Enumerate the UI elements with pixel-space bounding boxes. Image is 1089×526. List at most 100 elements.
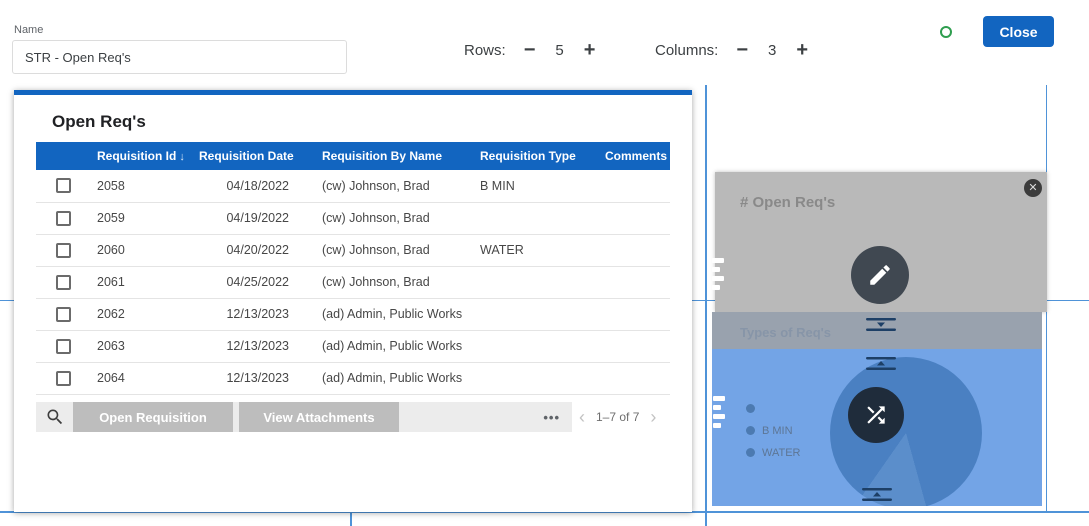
cell-requisition-date: 12/13/2023 xyxy=(192,330,315,362)
table-row[interactable]: 2058 04/18/2022 (cw) Johnson, Brad B MIN xyxy=(36,170,670,202)
cell-requisition-date: 04/18/2022 xyxy=(192,170,315,202)
row-checkbox-cell xyxy=(36,202,90,234)
cell-requisition-by-name: (ad) Admin, Public Works xyxy=(315,330,473,362)
cell-requisition-type xyxy=(473,362,598,394)
resize-handle-icon[interactable] xyxy=(866,357,896,370)
prev-page-icon[interactable]: ‹ xyxy=(579,408,585,426)
cell-requisition-id: 2062 xyxy=(90,298,192,330)
row-checkbox-cell xyxy=(36,266,90,298)
row-checkbox[interactable] xyxy=(56,178,71,193)
status-indicator-icon xyxy=(940,26,952,38)
pie-legend: B MIN WATER xyxy=(746,402,801,459)
cell-requisition-id: 2063 xyxy=(90,330,192,362)
row-checkbox[interactable] xyxy=(56,243,71,258)
move-widget-button[interactable] xyxy=(848,387,904,443)
resize-handle-icon[interactable] xyxy=(862,488,892,501)
open-requisition-button[interactable]: Open Requisition xyxy=(73,402,233,432)
cell-requisition-by-name: (cw) Johnson, Brad xyxy=(315,234,473,266)
column-header-comments[interactable]: Comments xyxy=(598,142,670,170)
cell-requisition-id: 2059 xyxy=(90,202,192,234)
table-header-row: Requisition Id↓ Requisition Date Requisi… xyxy=(36,142,670,170)
row-checkbox-cell xyxy=(36,330,90,362)
columns-stepper: Columns: − 3 + xyxy=(655,36,808,64)
pencil-icon xyxy=(867,262,893,288)
cell-requisition-by-name: (ad) Admin, Public Works xyxy=(315,362,473,394)
legend-label: WATER xyxy=(762,447,801,459)
table-action-bar: Open Requisition View Attachments ••• xyxy=(36,402,572,432)
widget-title: Open Req's xyxy=(52,112,146,132)
cell-comments xyxy=(598,298,670,330)
rows-decrement-button[interactable]: − xyxy=(524,40,536,60)
table-row[interactable]: 2061 04/25/2022 (cw) Johnson, Brad xyxy=(36,266,670,298)
cell-requisition-by-name: (cw) Johnson, Brad xyxy=(315,266,473,298)
grid-line-vertical xyxy=(350,511,352,526)
legend-item xyxy=(746,402,801,415)
cell-requisition-date: 04/19/2022 xyxy=(192,202,315,234)
row-checkbox[interactable] xyxy=(56,211,71,226)
page-range-label: 1–7 of 7 xyxy=(596,410,639,424)
cell-comments xyxy=(598,202,670,234)
column-header-requisition-id[interactable]: Requisition Id↓ xyxy=(90,142,192,170)
cell-requisition-date: 04/20/2022 xyxy=(192,234,315,266)
cell-requisition-date: 04/25/2022 xyxy=(192,266,315,298)
pie-widget-title: Types of Req's xyxy=(740,325,831,340)
row-checkbox[interactable] xyxy=(56,307,71,322)
count-widget-overlay[interactable]: # Open Req's ✕ xyxy=(715,172,1047,312)
edit-widget-button[interactable] xyxy=(851,246,909,304)
view-attachments-button[interactable]: View Attachments xyxy=(239,402,399,432)
cell-requisition-by-name: (cw) Johnson, Brad xyxy=(315,202,473,234)
row-checkbox[interactable] xyxy=(56,275,71,290)
widget-name-input[interactable] xyxy=(12,40,347,74)
cell-comments xyxy=(598,234,670,266)
column-header-requisition-type[interactable]: Requisition Type xyxy=(473,142,598,170)
columns-increment-button[interactable]: + xyxy=(796,40,808,60)
more-actions-button[interactable]: ••• xyxy=(543,410,560,425)
row-checkbox[interactable] xyxy=(56,371,71,386)
cell-requisition-type: B MIN xyxy=(473,170,598,202)
drag-handle-icon[interactable] xyxy=(713,396,725,428)
sort-desc-icon: ↓ xyxy=(179,151,185,163)
cell-comments xyxy=(598,170,670,202)
close-button[interactable]: Close xyxy=(983,16,1054,47)
cell-requisition-id: 2058 xyxy=(90,170,192,202)
table-row[interactable]: 2064 12/13/2023 (ad) Admin, Public Works xyxy=(36,362,670,394)
cell-requisition-type xyxy=(473,202,598,234)
row-checkbox-cell xyxy=(36,170,90,202)
cell-requisition-id: 2060 xyxy=(90,234,192,266)
columns-decrement-button[interactable]: − xyxy=(736,40,748,60)
next-page-icon[interactable]: › xyxy=(650,408,656,426)
remove-widget-button[interactable]: ✕ xyxy=(1024,179,1042,197)
table-row[interactable]: 2060 04/20/2022 (cw) Johnson, Brad WATER xyxy=(36,234,670,266)
name-label: Name xyxy=(14,24,43,36)
cell-requisition-id: 2064 xyxy=(90,362,192,394)
legend-item: B MIN xyxy=(746,424,801,437)
legend-bullet-icon xyxy=(746,404,755,413)
legend-bullet-icon xyxy=(746,448,755,457)
row-checkbox-cell xyxy=(36,362,90,394)
row-checkbox-cell xyxy=(36,234,90,266)
table-row[interactable]: 2059 04/19/2022 (cw) Johnson, Brad xyxy=(36,202,670,234)
search-icon[interactable] xyxy=(45,407,65,427)
rows-increment-button[interactable]: + xyxy=(584,40,596,60)
cell-requisition-by-name: (cw) Johnson, Brad xyxy=(315,170,473,202)
resize-handle-icon[interactable] xyxy=(866,318,896,331)
move-resize-icon xyxy=(863,402,889,428)
open-reqs-widget: Open Req's Requisition Id↓ Requisition D… xyxy=(14,90,692,512)
rows-label: Rows: xyxy=(464,42,506,59)
columns-value: 3 xyxy=(768,42,776,59)
rows-value: 5 xyxy=(555,42,563,59)
cell-requisition-type xyxy=(473,330,598,362)
table-row[interactable]: 2062 12/13/2023 (ad) Admin, Public Works xyxy=(36,298,670,330)
select-column-header xyxy=(36,142,90,170)
row-checkbox[interactable] xyxy=(56,339,71,354)
cell-requisition-id: 2061 xyxy=(90,266,192,298)
cell-requisition-by-name: (ad) Admin, Public Works xyxy=(315,298,473,330)
legend-label: B MIN xyxy=(762,425,793,437)
cell-comments xyxy=(598,330,670,362)
drag-handle-icon[interactable] xyxy=(712,258,724,290)
column-header-requisition-by-name[interactable]: Requisition By Name xyxy=(315,142,473,170)
cell-comments xyxy=(598,362,670,394)
requisitions-table: Requisition Id↓ Requisition Date Requisi… xyxy=(36,142,670,395)
column-header-requisition-date[interactable]: Requisition Date xyxy=(192,142,315,170)
table-row[interactable]: 2063 12/13/2023 (ad) Admin, Public Works xyxy=(36,330,670,362)
